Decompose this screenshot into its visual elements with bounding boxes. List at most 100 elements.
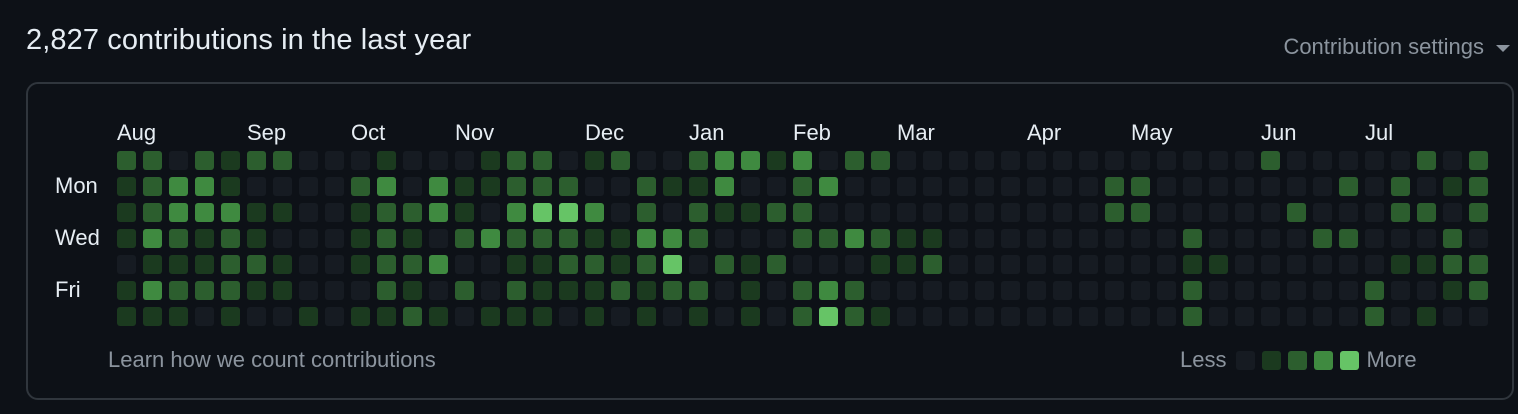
contribution-day-cell[interactable] [1313,203,1332,222]
contribution-day-cell[interactable] [1209,151,1228,170]
contribution-day-cell[interactable] [1053,229,1072,248]
contribution-day-cell[interactable] [1365,203,1384,222]
contribution-day-cell[interactable] [273,255,292,274]
contribution-day-cell[interactable] [663,151,682,170]
contribution-day-cell[interactable] [845,307,864,326]
contribution-day-cell[interactable] [143,255,162,274]
contribution-day-cell[interactable] [923,151,942,170]
contribution-day-cell[interactable] [715,151,734,170]
contribution-day-cell[interactable] [1339,255,1358,274]
contribution-day-cell[interactable] [1287,281,1306,300]
contribution-day-cell[interactable] [533,255,552,274]
contribution-day-cell[interactable] [1417,307,1436,326]
contribution-day-cell[interactable] [1443,255,1462,274]
contribution-day-cell[interactable] [663,281,682,300]
contribution-day-cell[interactable] [1417,151,1436,170]
contribution-day-cell[interactable] [1053,255,1072,274]
contribution-day-cell[interactable] [455,229,474,248]
contribution-day-cell[interactable] [507,203,526,222]
contribution-day-cell[interactable] [533,151,552,170]
contribution-day-cell[interactable] [897,281,916,300]
contribution-day-cell[interactable] [1391,229,1410,248]
contribution-day-cell[interactable] [1157,203,1176,222]
contribution-day-cell[interactable] [949,151,968,170]
contribution-day-cell[interactable] [1209,229,1228,248]
contribution-day-cell[interactable] [559,281,578,300]
contribution-day-cell[interactable] [1391,307,1410,326]
contribution-day-cell[interactable] [1235,229,1254,248]
contribution-day-cell[interactable] [117,151,136,170]
contribution-day-cell[interactable] [169,255,188,274]
contribution-day-cell[interactable] [1443,307,1462,326]
contribution-day-cell[interactable] [1001,177,1020,196]
contribution-day-cell[interactable] [741,151,760,170]
contribution-day-cell[interactable] [1235,177,1254,196]
contribution-day-cell[interactable] [1053,307,1072,326]
contribution-day-cell[interactable] [195,203,214,222]
contribution-day-cell[interactable] [117,229,136,248]
contribution-day-cell[interactable] [533,177,552,196]
contribution-day-cell[interactable] [741,281,760,300]
contribution-day-cell[interactable] [1131,255,1150,274]
contribution-day-cell[interactable] [143,177,162,196]
contribution-day-cell[interactable] [1391,203,1410,222]
contribution-day-cell[interactable] [1261,255,1280,274]
contribution-day-cell[interactable] [1313,177,1332,196]
contribution-day-cell[interactable] [403,229,422,248]
contribution-day-cell[interactable] [143,307,162,326]
contribution-day-cell[interactable] [1105,281,1124,300]
contribution-day-cell[interactable] [1313,151,1332,170]
contribution-day-cell[interactable] [1105,229,1124,248]
contribution-day-cell[interactable] [481,177,500,196]
contribution-day-cell[interactable] [1079,151,1098,170]
contribution-day-cell[interactable] [663,203,682,222]
contribution-day-cell[interactable] [377,255,396,274]
contribution-day-cell[interactable] [637,307,656,326]
contribution-day-cell[interactable] [559,151,578,170]
contribution-day-cell[interactable] [273,203,292,222]
contribution-day-cell[interactable] [611,151,630,170]
contribution-day-cell[interactable] [1131,151,1150,170]
contribution-day-cell[interactable] [1235,255,1254,274]
contribution-day-cell[interactable] [1313,229,1332,248]
contribution-day-cell[interactable] [247,255,266,274]
contribution-day-cell[interactable] [1183,307,1202,326]
contribution-day-cell[interactable] [949,177,968,196]
contribution-day-cell[interactable] [1443,229,1462,248]
contribution-day-cell[interactable] [1391,177,1410,196]
contribution-day-cell[interactable] [273,307,292,326]
contribution-day-cell[interactable] [507,151,526,170]
contribution-day-cell[interactable] [221,151,240,170]
contribution-day-cell[interactable] [403,203,422,222]
contribution-day-cell[interactable] [1209,307,1228,326]
contribution-day-cell[interactable] [897,229,916,248]
contribution-day-cell[interactable] [325,281,344,300]
contribution-day-cell[interactable] [1469,229,1488,248]
contribution-day-cell[interactable] [403,255,422,274]
contribution-day-cell[interactable] [351,203,370,222]
contribution-day-cell[interactable] [247,281,266,300]
contribution-day-cell[interactable] [1001,255,1020,274]
contribution-day-cell[interactable] [767,307,786,326]
contribution-day-cell[interactable] [767,151,786,170]
contribution-day-cell[interactable] [1235,281,1254,300]
contribution-day-cell[interactable] [559,307,578,326]
contribution-day-cell[interactable] [377,229,396,248]
contribution-day-cell[interactable] [741,229,760,248]
contribution-day-cell[interactable] [611,229,630,248]
contribution-day-cell[interactable] [741,203,760,222]
contribution-day-cell[interactable] [481,151,500,170]
contribution-day-cell[interactable] [715,255,734,274]
contribution-day-cell[interactable] [247,203,266,222]
contribution-day-cell[interactable] [1365,255,1384,274]
contribution-day-cell[interactable] [403,307,422,326]
contribution-day-cell[interactable] [1365,177,1384,196]
contribution-day-cell[interactable] [1183,203,1202,222]
contribution-day-cell[interactable] [325,151,344,170]
contribution-day-cell[interactable] [559,203,578,222]
contribution-day-cell[interactable] [1339,281,1358,300]
contribution-day-cell[interactable] [221,177,240,196]
contribution-day-cell[interactable] [117,255,136,274]
contribution-day-cell[interactable] [481,229,500,248]
contribution-day-cell[interactable] [1469,255,1488,274]
